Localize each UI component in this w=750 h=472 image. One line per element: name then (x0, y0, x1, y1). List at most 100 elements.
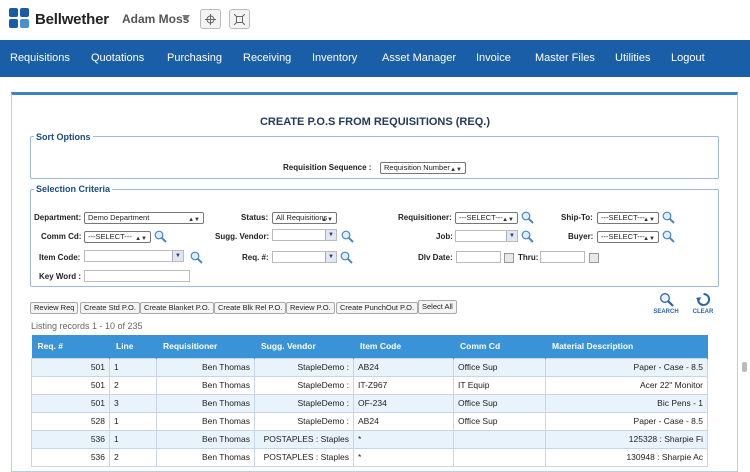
status-select[interactable]: All Requisitions ▲▼ (272, 212, 337, 224)
user-name[interactable]: Adam Moss (122, 12, 189, 26)
nav-utilities[interactable]: Utilities (615, 52, 650, 64)
ship-to-select[interactable]: ---SELECT--- ▲▼ (597, 212, 659, 224)
chevron-down-icon[interactable]: ▼ (506, 231, 517, 241)
dlv-date-input[interactable] (456, 251, 501, 263)
top-bar: Bellwether Adam Moss (0, 0, 750, 40)
col-sugg-vendor[interactable]: Sugg. Vendor (254, 335, 354, 358)
col-material-description[interactable]: Material Description (545, 335, 708, 358)
item-code-input[interactable]: ▼ (84, 250, 184, 262)
sugg-vendor-input[interactable]: ▼ (272, 229, 337, 241)
nav-invoice[interactable]: Invoice (476, 52, 511, 64)
selection-criteria-legend: Selection Criteria (34, 184, 113, 194)
comm-cd-select[interactable]: ---SELECT--- ▲▼ (84, 231, 151, 243)
cell-item-code: AB24 (353, 411, 454, 431)
review-po-button[interactable]: Review P.O. (286, 302, 335, 314)
cell-comm-cd: Office Sup (453, 411, 546, 431)
logo-icon (9, 8, 31, 30)
nav-receiving[interactable]: Receiving (243, 52, 291, 64)
search-icon (659, 293, 674, 307)
requisitioner-search-icon[interactable] (521, 211, 534, 224)
page-title: CREATE P.O.S FROM REQUISITIONS (REQ.) (259, 116, 490, 128)
calendar-icon[interactable] (589, 253, 599, 263)
col-req-number[interactable]: Req. # (31, 335, 110, 358)
sort-options-legend: Sort Options (34, 132, 93, 142)
create-punchout-po-button[interactable]: Create PunchOut P.O. (336, 302, 419, 314)
cell-material-description: 125328 : Sharpie Fi (545, 429, 708, 449)
select-arrow-icon: ▲▼ (643, 217, 655, 223)
nav-requisitions[interactable]: Requisitions (10, 52, 70, 64)
cell-requisitioner: Ben Thomas (156, 375, 255, 395)
expand-button[interactable] (229, 9, 250, 29)
nav-logout[interactable]: Logout (671, 52, 705, 64)
nav-asset-manager[interactable]: Asset Manager (382, 52, 456, 64)
job-input[interactable]: ▼ (455, 230, 518, 242)
buyer-value: ---SELECT--- (601, 232, 645, 241)
cell-line: 1 (109, 429, 157, 449)
req-number-input[interactable]: ▼ (272, 251, 337, 263)
cell-item-code: IT-Z967 (353, 375, 454, 395)
buyer-select[interactable]: ---SELECT--- ▲▼ (597, 231, 659, 243)
col-requisitioner[interactable]: Requisitioner (156, 335, 255, 358)
requisitioner-select[interactable]: ---SELECT--- ▲▼ (455, 212, 518, 224)
requisition-sequence-label: Requisition Sequence : (283, 163, 372, 172)
create-blk-rel-po-button[interactable]: Create Blk Rel P.O. (214, 302, 287, 314)
crosshair-button[interactable] (200, 9, 221, 29)
sort-options-group (30, 136, 719, 179)
create-blanket-po-button[interactable]: Create Blanket P.O. (140, 302, 214, 314)
keyword-input[interactable] (84, 270, 190, 282)
table-row[interactable]: 501 3 Ben Thomas StapleDemo : OF-234 Off… (31, 393, 708, 413)
cell-req-number: 536 (31, 447, 110, 467)
select-arrow-icon: ▲▼ (321, 217, 333, 223)
department-value: Demo Department (88, 213, 150, 222)
department-label: Department: (34, 213, 82, 222)
table-row[interactable]: 501 2 Ben Thomas StapleDemo : IT-Z967 IT… (31, 375, 708, 395)
cell-requisitioner: Ben Thomas (156, 411, 255, 431)
cell-sugg-vendor: StapleDemo : (254, 357, 354, 377)
table-row[interactable]: 536 2 Ben Thomas POSTAPLES : Staples * 1… (31, 447, 708, 467)
table-row[interactable]: 536 1 Ben Thomas POSTAPLES : Staples * 1… (31, 429, 708, 449)
search-button[interactable]: SEARCH (650, 292, 682, 315)
ship-to-search-icon[interactable] (662, 211, 675, 224)
nav-master-files[interactable]: Master Files (535, 52, 595, 64)
select-all-button[interactable]: Select All (418, 300, 457, 314)
app-name: Bellwether (35, 10, 109, 28)
thru-date-input[interactable] (540, 251, 585, 263)
nav-quotations[interactable]: Quotations (91, 52, 144, 64)
comm-cd-search-icon[interactable] (154, 230, 167, 243)
sugg-vendor-search-icon[interactable] (341, 230, 354, 243)
cell-req-number: 528 (31, 411, 110, 431)
job-label: Job: (436, 232, 453, 241)
col-item-code[interactable]: Item Code (353, 335, 454, 358)
cell-material-description: Bic Pens - 1 (545, 393, 708, 413)
cell-req-number: 536 (31, 429, 110, 449)
department-select[interactable]: Demo Department ▲▼ (84, 212, 204, 224)
chevron-down-icon[interactable] (182, 15, 190, 20)
cell-requisitioner: Ben Thomas (156, 393, 255, 413)
col-line[interactable]: Line (109, 335, 157, 358)
cell-requisitioner: Ben Thomas (156, 429, 255, 449)
job-search-icon[interactable] (521, 230, 534, 243)
chevron-down-icon[interactable]: ▼ (325, 252, 336, 262)
cell-line: 1 (109, 411, 157, 431)
chevron-down-icon[interactable]: ▼ (172, 251, 183, 261)
dlv-date-label: Dlv Date: (418, 253, 453, 262)
nav-inventory[interactable]: Inventory (312, 52, 357, 64)
nav-purchasing[interactable]: Purchasing (167, 52, 222, 64)
requisition-sequence-select[interactable]: Requisition Number ▲▼ (380, 162, 466, 174)
app-logo[interactable]: Bellwether (9, 8, 109, 30)
calendar-icon[interactable] (504, 253, 514, 263)
table-row[interactable]: 501 1 Ben Thomas StapleDemo : AB24 Offic… (31, 357, 708, 377)
item-code-search-icon[interactable] (190, 251, 203, 264)
review-req-button[interactable]: Review Req (30, 302, 79, 314)
req-number-search-icon[interactable] (340, 251, 353, 264)
vertical-scrollbar[interactable] (742, 362, 747, 372)
status-value: All Requisitions (276, 213, 328, 222)
col-comm-cd[interactable]: Comm Cd (453, 335, 546, 358)
cell-item-code: OF-234 (353, 393, 454, 413)
clear-button[interactable]: CLEAR (688, 292, 718, 315)
table-row[interactable]: 528 1 Ben Thomas StapleDemo : AB24 Offic… (31, 411, 708, 431)
buyer-search-icon[interactable] (662, 230, 675, 243)
chevron-down-icon[interactable]: ▼ (325, 230, 336, 240)
create-std-po-button[interactable]: Create Std P.O. (80, 302, 140, 314)
cell-sugg-vendor: StapleDemo : (254, 393, 354, 413)
